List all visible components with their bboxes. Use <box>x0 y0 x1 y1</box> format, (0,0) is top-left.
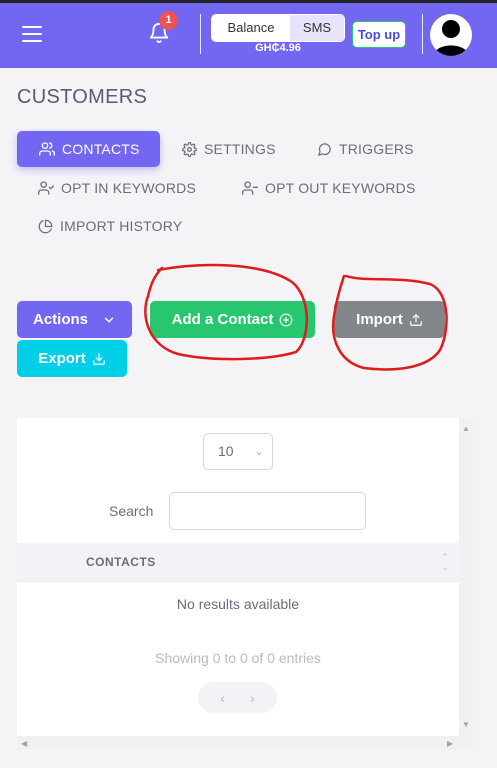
top-up-button[interactable]: Top up <box>352 21 406 48</box>
table-header-row <box>17 543 459 582</box>
avatar[interactable] <box>430 14 472 56</box>
tab-triggers-label: TRIGGERS <box>339 141 414 157</box>
user-minus-icon <box>242 181 258 195</box>
plus-circle-icon <box>279 313 293 326</box>
actions-label: Actions <box>32 311 88 328</box>
tab-opt-out-label: OPT OUT KEYWORDS <box>265 180 416 196</box>
sort-icon[interactable]: ⌃ ⌄ <box>441 552 449 572</box>
column-header-contacts[interactable]: CONTACTS <box>86 555 156 569</box>
import-label: Import <box>356 311 403 328</box>
pie-chart-icon <box>38 219 53 233</box>
tab-triggers[interactable]: TRIGGERS <box>317 131 414 167</box>
actions-dropdown-button[interactable]: Actions <box>17 301 132 338</box>
vertical-scrollbar[interactable] <box>459 418 473 736</box>
scroll-up-icon[interactable]: ▲ <box>462 424 470 433</box>
export-label: Export <box>38 350 86 367</box>
scroll-down-icon[interactable]: ▼ <box>462 720 470 729</box>
export-button[interactable]: Export <box>17 340 127 377</box>
balance-toggle: Balance SMS <box>211 14 345 42</box>
download-icon <box>92 352 105 365</box>
upload-icon <box>409 313 422 326</box>
page-title: CUSTOMERS <box>17 86 148 108</box>
users-icon <box>39 142 55 156</box>
import-button[interactable]: Import <box>334 301 445 338</box>
tab-import-history[interactable]: IMPORT HISTORY <box>38 208 182 244</box>
chevron-down-icon <box>104 317 114 322</box>
balance-button[interactable]: Balance <box>212 15 290 41</box>
pagination-info: Showing 0 to 0 of 0 entries <box>155 650 321 666</box>
message-circle-icon <box>318 142 331 156</box>
tab-opt-out-keywords[interactable]: OPT OUT KEYWORDS <box>242 170 415 206</box>
next-page-button[interactable]: › <box>250 690 255 706</box>
user-check-icon <box>38 181 54 195</box>
search-input[interactable] <box>169 492 366 530</box>
gear-icon <box>182 141 197 157</box>
pagination: ‹ › <box>198 682 277 713</box>
tab-settings[interactable]: SETTINGS <box>182 131 276 167</box>
divider <box>200 14 201 54</box>
add-contact-label: Add a Contact <box>171 311 274 328</box>
sms-button[interactable]: SMS <box>290 15 344 41</box>
tab-settings-label: SETTINGS <box>204 141 276 157</box>
add-contact-button[interactable]: Add a Contact <box>150 301 315 338</box>
tab-contacts[interactable]: CONTACTS <box>17 131 160 167</box>
prev-page-button[interactable]: ‹ <box>220 690 225 706</box>
balance-amount: GH₵4.96 <box>255 42 301 54</box>
tab-import-history-label: IMPORT HISTORY <box>60 218 183 234</box>
divider <box>422 14 423 54</box>
page-size-select[interactable]: 10 ⌄ <box>203 433 273 470</box>
tab-opt-in-label: OPT IN KEYWORDS <box>61 180 196 196</box>
horizontal-scrollbar[interactable] <box>17 736 473 750</box>
empty-state-message: No results available <box>176 596 300 612</box>
menu-icon[interactable] <box>22 26 42 42</box>
chevron-down-icon: ⌄ <box>253 444 264 458</box>
scroll-left-icon[interactable]: ◀ <box>21 739 27 748</box>
tab-opt-in-keywords[interactable]: OPT IN KEYWORDS <box>38 170 196 206</box>
search-label: Search <box>109 503 154 519</box>
tab-contacts-label: CONTACTS <box>62 141 140 157</box>
notification-badge: 1 <box>159 11 178 30</box>
page-size-value: 10 <box>218 443 234 459</box>
scroll-right-icon[interactable]: ▶ <box>447 739 453 748</box>
